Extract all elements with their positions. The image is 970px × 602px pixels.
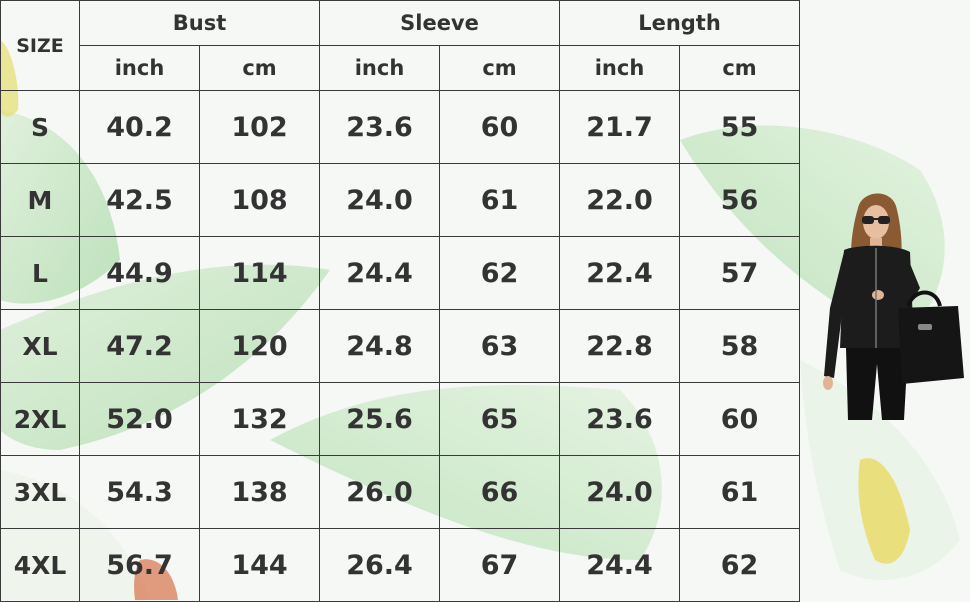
length-cm-cell: 61 [678, 455, 801, 529]
sleeve-cm-cell: 61 [439, 163, 560, 237]
unit-header: cm [678, 45, 801, 91]
size-cell: M [0, 163, 80, 237]
sleeve-cm-cell: 67 [439, 528, 560, 602]
bust-inch-cell: 54.3 [79, 455, 200, 529]
bust-inch-cell: 42.5 [79, 163, 200, 237]
sleeve-inch-cell: 24.0 [319, 163, 440, 237]
sleeve-inch-cell: 26.0 [319, 455, 440, 529]
bust-inch-cell: 56.7 [79, 528, 200, 602]
bust-inch-cell: 52.0 [79, 382, 200, 456]
sleeve-cm-cell: 63 [439, 309, 560, 383]
length-cm-cell: 62 [678, 528, 801, 602]
sleeve-inch-cell: 24.4 [319, 236, 440, 310]
sleeve-header: Sleeve [319, 0, 560, 46]
length-inch-cell: 23.6 [559, 382, 680, 456]
bust-cm-cell: 144 [199, 528, 320, 602]
header-unit-row: inch cm inch cm inch cm [1, 45, 801, 91]
length-inch-cell: 22.8 [559, 309, 680, 383]
bust-cm-cell: 120 [199, 309, 320, 383]
unit-header: inch [319, 45, 440, 91]
unit-header: cm [199, 45, 320, 91]
size-cell: 4XL [0, 528, 80, 602]
table-row: XL 47.2 120 24.8 63 22.8 58 [0, 309, 801, 383]
length-inch-cell: 24.0 [559, 455, 680, 529]
bust-cm-cell: 114 [199, 236, 320, 310]
length-cm-cell: 56 [678, 163, 801, 237]
sleeve-inch-cell: 24.8 [319, 309, 440, 383]
length-cm-cell: 60 [678, 382, 801, 456]
sleeve-inch-cell: 26.4 [319, 528, 440, 602]
size-cell: L [0, 236, 80, 310]
sleeve-cm-cell: 62 [439, 236, 560, 310]
bust-header: Bust [79, 0, 320, 46]
sleeve-cm-cell: 60 [439, 90, 560, 164]
size-cell: XL [0, 309, 80, 383]
sleeve-cm-cell: 65 [439, 382, 560, 456]
bust-cm-cell: 132 [199, 382, 320, 456]
size-cell: S [0, 90, 80, 164]
sleeve-inch-cell: 23.6 [319, 90, 440, 164]
length-cm-cell: 57 [678, 236, 801, 310]
table-row: 2XL 52.0 132 25.6 65 23.6 60 [0, 382, 801, 456]
size-header: SIZE [0, 0, 80, 91]
table-row: 3XL 54.3 138 26.0 66 24.0 61 [0, 455, 801, 529]
unit-header: cm [439, 45, 560, 91]
bust-cm-cell: 102 [199, 90, 320, 164]
bust-cm-cell: 108 [199, 163, 320, 237]
bust-cm-cell: 138 [199, 455, 320, 529]
table-row: M 42.5 108 24.0 61 22.0 56 [0, 163, 801, 237]
bust-inch-cell: 47.2 [79, 309, 200, 383]
table-row: S 40.2 102 23.6 60 21.7 55 [0, 90, 801, 164]
size-cell: 2XL [0, 382, 80, 456]
length-inch-cell: 22.0 [559, 163, 680, 237]
size-cell: 3XL [0, 455, 80, 529]
length-inch-cell: 24.4 [559, 528, 680, 602]
bust-inch-cell: 40.2 [79, 90, 200, 164]
size-chart-table: SIZE Bust Sleeve Length inch cm inch cm … [0, 0, 801, 602]
model-photo [823, 193, 964, 420]
length-inch-cell: 22.4 [559, 236, 680, 310]
table-row: L 44.9 114 24.4 62 22.4 57 [0, 236, 801, 310]
length-cm-cell: 58 [678, 309, 801, 383]
sleeve-inch-cell: 25.6 [319, 382, 440, 456]
unit-header: inch [79, 45, 200, 91]
sleeve-cm-cell: 66 [439, 455, 560, 529]
header-group-row: SIZE Bust Sleeve Length [0, 0, 801, 91]
length-cm-cell: 55 [678, 90, 801, 164]
unit-header: inch [559, 45, 680, 91]
length-header: Length [558, 0, 801, 46]
table-row: 4XL 56.7 144 26.4 67 24.4 62 [0, 528, 801, 602]
length-inch-cell: 21.7 [559, 90, 680, 164]
bust-inch-cell: 44.9 [79, 236, 200, 310]
